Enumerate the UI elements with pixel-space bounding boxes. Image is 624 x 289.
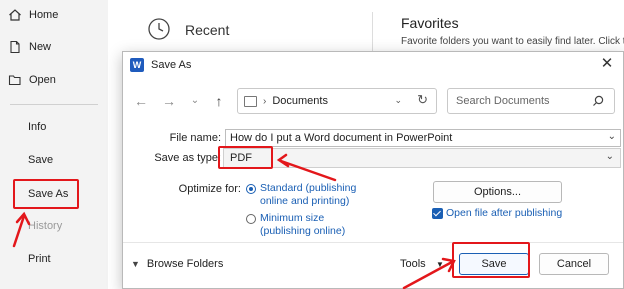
address-bar[interactable]: › Documents ⌄ ↻ (237, 88, 437, 114)
nav-save[interactable]: Save (0, 148, 108, 172)
new-document-icon (8, 40, 22, 54)
cancel-button[interactable]: Cancel (539, 253, 609, 275)
home-icon (8, 8, 22, 22)
refresh-icon[interactable]: ↻ (417, 92, 428, 108)
browse-folders-label: Browse Folders (146, 258, 224, 270)
nav-new-label: New (29, 41, 52, 53)
save-as-dialog: W Save As ✕ ← → ⌄ ↑ › Documents ⌄ ↻ Sear… (122, 51, 624, 289)
save-button[interactable]: Save (459, 253, 529, 275)
nav-save-as[interactable]: Save As (0, 182, 108, 206)
nav-open-label: Open (29, 74, 56, 86)
nav-save-label: Save (28, 154, 54, 166)
back-arrow-icon[interactable]: ← (133, 92, 149, 110)
tools-menu[interactable]: Tools (400, 258, 426, 270)
up-arrow-icon[interactable]: ↑ (211, 92, 227, 110)
folder-open-icon (8, 73, 22, 87)
file-name-field[interactable]: How do I put a Word document in PowerPoi… (225, 129, 621, 147)
optimize-standard-radio[interactable] (246, 184, 256, 194)
chevron-down-icon[interactable]: ⌄ (187, 92, 203, 110)
close-icon[interactable]: ✕ (599, 56, 615, 72)
backstage-nav: Home New Open Info Save Save As History … (0, 0, 108, 289)
nav-info-label: Info (28, 121, 47, 133)
optimize-standard-label[interactable]: Standard (publishing online and printing… (260, 182, 370, 208)
nav-print[interactable]: Print (0, 247, 108, 271)
optimize-minimum-label[interactable]: Minimum size (publishing online) (260, 212, 360, 238)
address-folder: Documents (272, 95, 328, 107)
clock-icon (148, 18, 170, 40)
word-icon: W (130, 58, 144, 72)
content-divider (372, 12, 373, 52)
open-after-publishing-checkbox[interactable] (432, 208, 443, 219)
caret-down-icon: ▼ (131, 259, 140, 269)
address-dropdown-icon[interactable]: ⌄ (394, 95, 402, 106)
nav-history-label: History (28, 220, 63, 232)
favorites-subtitle: Favorite folders you want to easily find… (401, 36, 624, 47)
nav-print-label: Print (28, 253, 51, 265)
file-name-label: File name: (169, 132, 221, 144)
recent-title: Recent (185, 22, 230, 38)
nav-open[interactable]: Open (0, 68, 108, 92)
nav-save-as-label: Save As (28, 188, 69, 200)
footer-divider (123, 242, 623, 243)
browse-folders-toggle[interactable]: ▼ Browse Folders (131, 258, 223, 270)
nav-new[interactable]: New (0, 35, 108, 59)
nav-home-label: Home (29, 9, 59, 21)
favorites-title: Favorites (401, 15, 459, 31)
dialog-title: Save As (151, 59, 192, 71)
search-icon (593, 95, 604, 106)
search-placeholder: Search Documents (456, 95, 550, 107)
save-as-type-value: PDF (230, 152, 252, 164)
options-button[interactable]: Options... (433, 181, 562, 203)
file-name-dropdown-icon[interactable]: ⌄ (608, 131, 616, 142)
dialog-navbar: ← → ⌄ ↑ › Documents ⌄ ↻ Search Documents (123, 86, 623, 116)
folder-icon (244, 95, 257, 107)
tools-caret-icon[interactable]: ▼ (436, 260, 444, 269)
nav-history[interactable]: History (0, 214, 108, 238)
optimize-label: Optimize for: (178, 183, 241, 195)
save-as-type-dropdown-icon[interactable]: ⌄ (606, 151, 614, 162)
nav-home[interactable]: Home (0, 3, 108, 27)
file-name-value: How do I put a Word document in PowerPoi… (230, 132, 453, 144)
search-input[interactable]: Search Documents (447, 88, 615, 114)
chevron-right-icon: › (263, 95, 267, 107)
optimize-minimum-radio[interactable] (246, 214, 256, 224)
nav-info[interactable]: Info (0, 115, 108, 139)
open-after-publishing-label[interactable]: Open file after publishing (446, 207, 562, 219)
dialog-titlebar[interactable]: W Save As ✕ (123, 52, 623, 78)
save-as-type-label: Save as type: (154, 152, 221, 164)
forward-arrow-icon[interactable]: → (161, 92, 177, 110)
nav-divider (10, 104, 98, 105)
save-as-type-select[interactable]: PDF ⌄ (223, 148, 621, 168)
